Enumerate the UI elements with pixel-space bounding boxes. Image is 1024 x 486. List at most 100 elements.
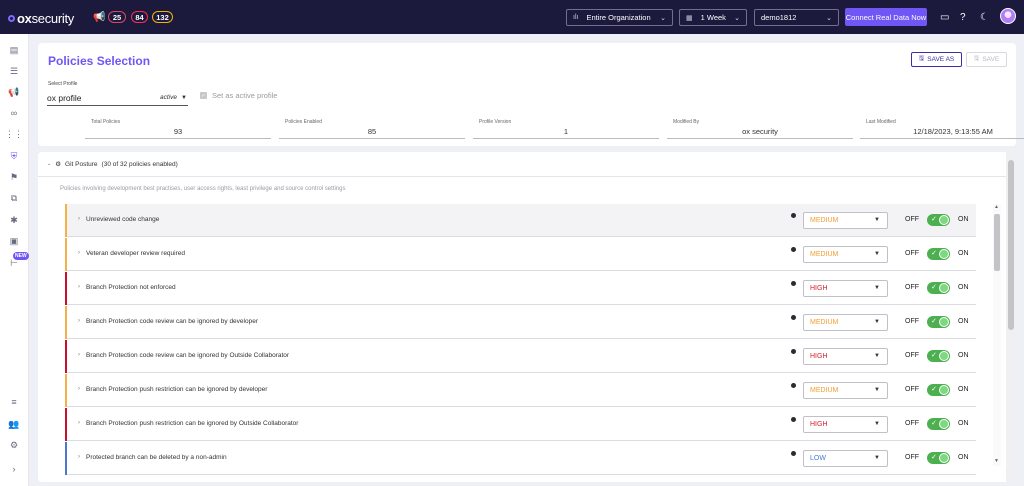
info-icon[interactable]	[791, 383, 796, 388]
policy-row[interactable]: › Branch Protection push restriction can …	[65, 374, 976, 407]
chevron-right-icon[interactable]: ›	[78, 318, 80, 324]
shield-icon[interactable]: ⛨	[8, 150, 20, 162]
page-title: Policies Selection	[48, 54, 151, 68]
gear-icon[interactable]: ⚙	[8, 439, 20, 451]
policy-row[interactable]: › Branch Protection not enforced HIGH ▼ OFF ✓…	[65, 272, 976, 305]
qr-icon[interactable]: ▣	[8, 235, 20, 247]
checkbox-icon: ✓	[200, 92, 207, 99]
severity-select[interactable]: HIGH ▼	[803, 348, 888, 365]
toggle-knob	[939, 215, 949, 225]
info-icon[interactable]	[791, 349, 796, 354]
toggle-on-label: ON	[958, 216, 969, 223]
severity-select[interactable]: MEDIUM ▼	[803, 314, 888, 331]
scrollbar-thumb[interactable]	[1008, 160, 1014, 330]
policy-row[interactable]: › Unreviewed code change MEDIUM ▼ OFF ✓ ON	[65, 204, 976, 237]
scroll-up-icon[interactable]: ▲	[994, 204, 999, 210]
dashboard-icon[interactable]: ▤	[8, 44, 20, 56]
list-icon[interactable]: ☰	[8, 65, 20, 77]
chevron-right-icon[interactable]: ›	[78, 352, 80, 358]
severity-bar	[65, 340, 67, 373]
organization-select[interactable]: ılı Entire Organization ⌄	[566, 9, 673, 26]
logo-security: security	[31, 11, 75, 26]
chevron-right-icon[interactable]: ›	[78, 386, 80, 392]
scrollbar-thumb[interactable]	[994, 214, 1000, 271]
section-header-git-posture[interactable]: ⌄ ⚙ Git Posture (30 of 32 policies enabl…	[47, 160, 178, 169]
policy-row[interactable]: › Protected branch can be deleted by a no…	[65, 442, 976, 475]
modified-by-field: Modified By ox security	[667, 119, 853, 139]
severity-select[interactable]: MEDIUM ▼	[803, 246, 888, 263]
policy-enabled-toggle[interactable]: ✓	[927, 384, 950, 396]
set-active-checkbox[interactable]: ✓ Set as active profile	[200, 91, 277, 100]
policy-row[interactable]: › Veteran developer review required MEDIUM…	[65, 238, 976, 271]
policy-name: Branch Protection not enforced	[86, 284, 176, 291]
profile-select-value[interactable]: ox profile	[47, 93, 82, 103]
severity-select[interactable]: MEDIUM ▼	[803, 382, 888, 399]
tags-icon[interactable]: ⚑	[8, 171, 20, 183]
infinity-icon[interactable]: ∞	[8, 107, 20, 119]
megaphone-icon[interactable]: 📢	[8, 86, 20, 98]
policy-enabled-toggle[interactable]: ✓	[927, 248, 950, 260]
expand-sidebar-icon[interactable]: ›	[8, 463, 20, 475]
policy-enabled-toggle[interactable]: ✓	[927, 418, 950, 430]
megaphone-icon[interactable]: 📢	[93, 12, 105, 23]
severity-select[interactable]: LOW ▼	[803, 450, 888, 467]
policy-list-scrollbar[interactable]: ▲ ▼	[993, 204, 1001, 466]
policy-row[interactable]: › Branch Protection code review can be ig…	[65, 306, 976, 339]
environment-select[interactable]: demo1812 ⌄	[754, 9, 839, 26]
section-description: Policies involving development best prac…	[60, 186, 346, 192]
chevron-right-icon[interactable]: ›	[78, 250, 80, 256]
toggle-off-label: OFF	[905, 250, 919, 257]
policy-enabled-toggle[interactable]: ✓	[927, 350, 950, 362]
bug-icon[interactable]: ✱	[8, 214, 20, 226]
severity-select[interactable]: HIGH ▼	[803, 416, 888, 433]
save-button[interactable]: 🖫 SAVE	[966, 52, 1007, 67]
policy-row[interactable]: › Branch Protection code review can be ig…	[65, 340, 976, 373]
environment-select-value: demo1812	[761, 13, 797, 22]
grid-icon[interactable]: ⋮⋮	[5, 128, 23, 140]
period-select[interactable]: ▦ 1 Week ⌄	[679, 9, 747, 26]
info-icon[interactable]	[791, 451, 796, 456]
chevron-right-icon[interactable]: ›	[78, 454, 80, 460]
page-scrollbar[interactable]	[1006, 152, 1016, 482]
policy-enabled-toggle[interactable]: ✓	[927, 452, 950, 464]
info-icon[interactable]	[791, 281, 796, 286]
info-icon[interactable]	[791, 213, 796, 218]
info-icon[interactable]	[791, 315, 796, 320]
toggle-knob	[939, 351, 949, 361]
caret-down-icon: ▼	[874, 251, 880, 257]
chevron-right-icon[interactable]: ›	[78, 216, 80, 222]
info-icon[interactable]	[791, 247, 796, 252]
policy-name: Veteran developer review required	[86, 250, 186, 257]
save-as-button[interactable]: 🖫 SAVE AS	[911, 52, 962, 67]
connect-real-data-button[interactable]: Connect Real Data Now	[845, 8, 927, 26]
policy-name: Protected branch can be deleted by a non…	[86, 454, 227, 461]
help-icon[interactable]: ?	[960, 12, 966, 23]
organization-select-value: Entire Organization	[586, 13, 651, 22]
connectors-icon[interactable]: ⧉	[8, 192, 20, 204]
scroll-down-icon[interactable]: ▼	[994, 458, 999, 464]
severity-bar	[65, 272, 67, 305]
dark-mode-icon[interactable]: ☾	[980, 12, 989, 23]
users-icon[interactable]: 👥	[8, 418, 20, 430]
count-badge-critical[interactable]: 25	[108, 11, 126, 23]
avatar[interactable]	[1000, 8, 1016, 24]
info-icon[interactable]	[791, 417, 796, 422]
settings-list-icon[interactable]: ≡	[8, 396, 20, 408]
chevron-down-icon[interactable]: ▼	[181, 95, 187, 101]
policy-enabled-toggle[interactable]: ✓	[927, 282, 950, 294]
count-badge-high[interactable]: 84	[131, 11, 148, 23]
severity-value: LOW	[810, 455, 826, 462]
severity-select[interactable]: MEDIUM ▼	[803, 212, 888, 229]
count-badge-medium[interactable]: 132	[152, 11, 173, 23]
severity-value: MEDIUM	[810, 251, 839, 258]
policy-enabled-toggle[interactable]: ✓	[927, 316, 950, 328]
severity-select[interactable]: HIGH ▼	[803, 280, 888, 297]
policy-row[interactable]: › Branch Protection push restriction can …	[65, 408, 976, 441]
chevron-right-icon[interactable]: ›	[78, 420, 80, 426]
policy-enabled-toggle[interactable]: ✓	[927, 214, 950, 226]
chat-icon[interactable]: ▭	[940, 12, 949, 23]
chevron-right-icon[interactable]: ›	[78, 284, 80, 290]
policy-name: Unreviewed code change	[86, 216, 160, 223]
logo[interactable]: ox security	[8, 11, 74, 26]
check-icon: ✓	[931, 318, 937, 325]
